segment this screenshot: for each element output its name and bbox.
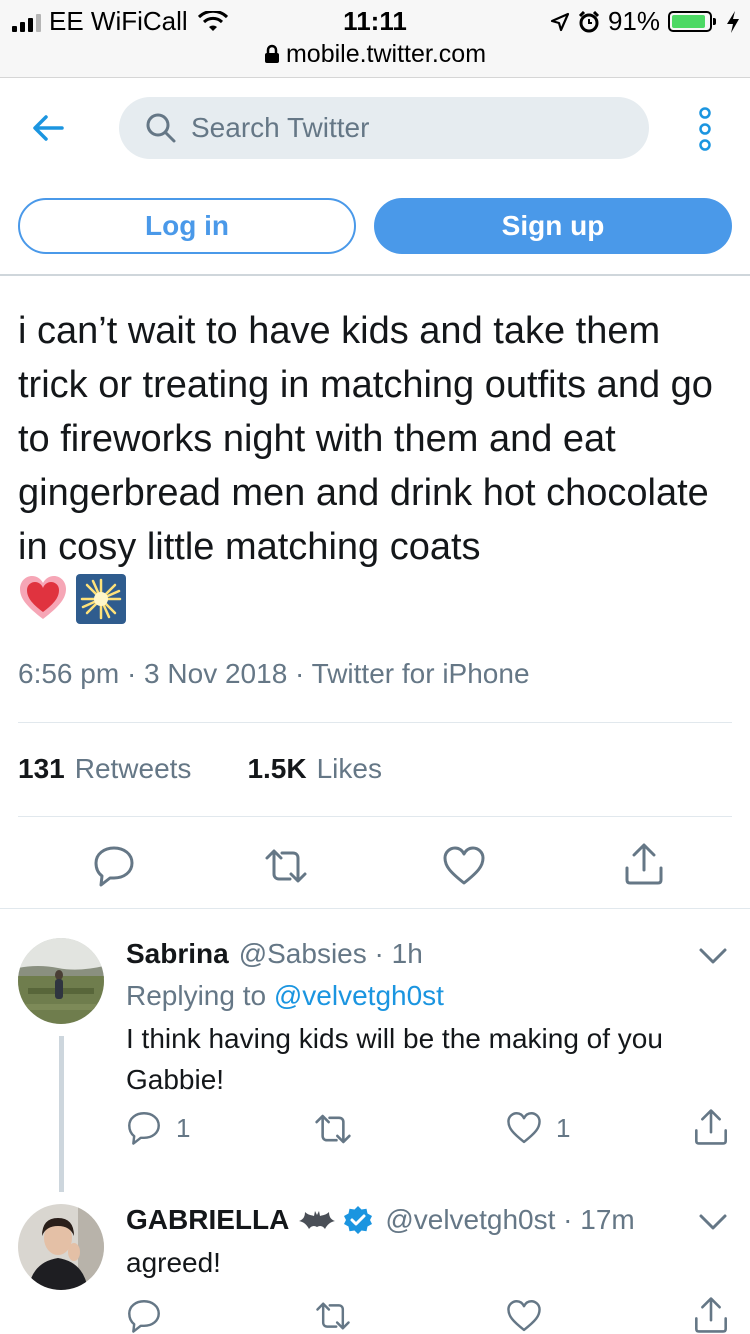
likes-label: Likes	[316, 753, 382, 784]
reply-text: I think having kids will be the making o…	[126, 1023, 663, 1095]
chevron-down-icon[interactable]	[698, 1212, 728, 1232]
battery-percent: 91%	[607, 6, 660, 36]
share-icon[interactable]	[692, 1296, 730, 1334]
like-icon	[507, 1112, 541, 1144]
author-handle[interactable]: @velvetgh0st · 17m	[385, 1204, 634, 1236]
chevron-down-icon[interactable]	[698, 946, 728, 966]
retweet-icon[interactable]	[314, 1110, 352, 1148]
replying-to-link[interactable]: @velvetgh0st	[274, 980, 444, 1011]
avatar[interactable]	[18, 1204, 104, 1290]
author-name[interactable]: GABRIELLA	[126, 1204, 289, 1236]
status-right: 91%	[550, 6, 740, 37]
author-handle[interactable]: @Sabsies · 1h	[239, 938, 423, 970]
like-icon[interactable]	[506, 1298, 542, 1334]
reply-icon[interactable]	[126, 1298, 162, 1334]
tweet-stats: 131 Retweets 1.5K Likes	[18, 753, 438, 785]
address-bar[interactable]: mobile.twitter.com	[0, 40, 750, 69]
replying-to: Replying to @velvetgh0st	[126, 980, 444, 1012]
login-button[interactable]: Log in	[18, 198, 356, 254]
like-button[interactable]: 1	[506, 1110, 570, 1146]
replying-prefix: Replying to	[126, 980, 267, 1011]
charging-bolt-icon	[727, 10, 739, 33]
search-input[interactable]	[191, 112, 631, 144]
header-divider	[0, 274, 750, 276]
divider	[18, 722, 732, 723]
verified-badge-icon	[344, 1206, 373, 1234]
thread-line	[59, 1036, 64, 1192]
divider	[0, 908, 750, 909]
search-bar[interactable]	[119, 97, 649, 159]
retweets-stat[interactable]: 131 Retweets	[18, 753, 191, 785]
heart-emoji	[20, 576, 66, 619]
signup-button[interactable]: Sign up	[374, 198, 732, 254]
back-arrow-icon[interactable]	[28, 108, 68, 148]
lock-icon	[264, 44, 279, 63]
location-arrow-icon	[550, 12, 570, 31]
share-icon[interactable]	[622, 842, 666, 886]
like-icon[interactable]	[442, 844, 486, 888]
tweet-text: i can’t wait to have kids and take them …	[18, 310, 713, 568]
alarm-icon	[578, 10, 600, 32]
reply-icon	[128, 1112, 160, 1145]
tweet-timestamp: 6:56 pm · 3 Nov 2018 · Twitter for iPhon…	[18, 658, 530, 689]
likes-stat[interactable]: 1.5K Likes	[247, 753, 382, 785]
more-options-icon[interactable]	[694, 107, 716, 151]
reply-icon[interactable]	[92, 844, 136, 888]
retweets-label: Retweets	[74, 753, 192, 784]
likes-count: 1.5K	[247, 753, 307, 784]
tweet-emojis	[18, 574, 126, 624]
reply-count: 1	[176, 1112, 191, 1143]
search-icon	[146, 113, 176, 143]
author-name[interactable]: Sabrina	[126, 938, 229, 970]
battery-icon	[668, 11, 716, 32]
reply-button[interactable]: 1	[126, 1110, 190, 1146]
share-icon[interactable]	[692, 1108, 730, 1146]
bat-emoji	[299, 1211, 336, 1229]
retweet-icon[interactable]	[314, 1298, 352, 1334]
reply-text: agreed!	[126, 1247, 221, 1278]
like-count: 1	[556, 1112, 571, 1143]
url-text: mobile.twitter.com	[285, 40, 487, 68]
divider	[18, 816, 732, 817]
retweet-icon[interactable]	[264, 844, 308, 888]
sparkler-emoji	[76, 574, 126, 624]
reply-header: Sabrina @Sabsies · 1h	[126, 938, 423, 970]
avatar[interactable]	[18, 938, 104, 1024]
status-bar: EE WiFiCall 11:11 91% mobile.twitter.com	[0, 0, 750, 78]
retweets-count: 131	[18, 753, 65, 784]
reply-header: GABRIELLA @velvetgh0st · 17m	[126, 1204, 635, 1236]
